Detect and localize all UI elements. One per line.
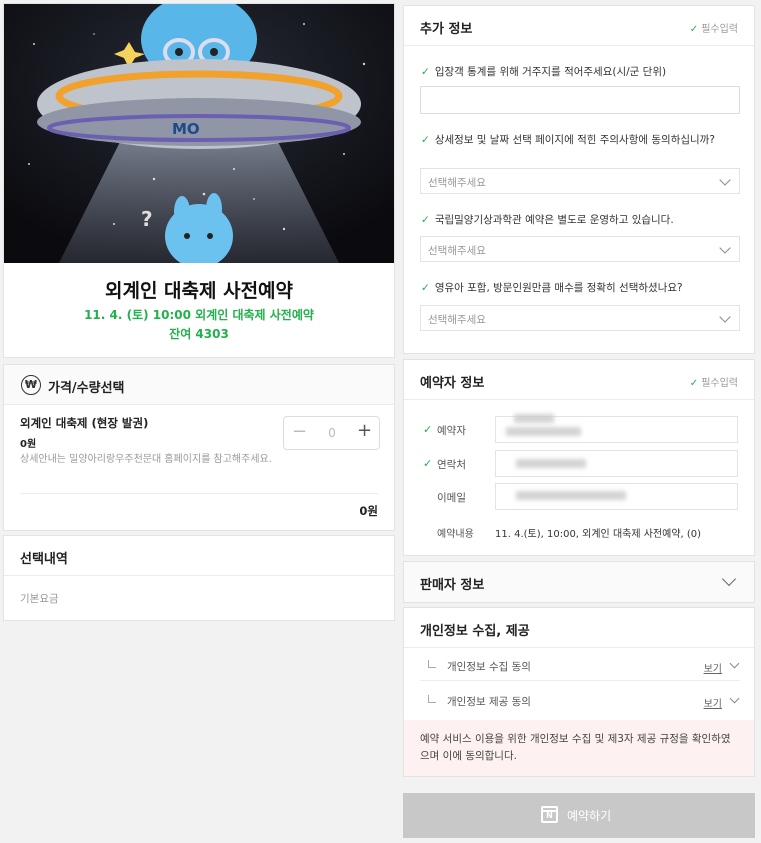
check-icon: ✓ — [421, 214, 430, 226]
question-label: 입장객 통계를 위해 거주지를 적어주세요(시/군 단위) — [434, 66, 667, 78]
booker-email-field[interactable] — [495, 483, 738, 510]
seller-info-toggle[interactable]: 판매자 정보 — [403, 561, 755, 603]
naver-calendar-icon: N — [541, 806, 558, 823]
select-placeholder: 선택해주세요 — [428, 177, 486, 189]
event-poster-image: MO ? — [4, 4, 394, 263]
redacted-value — [506, 427, 581, 436]
booker-email-label: 이메일 — [437, 492, 466, 504]
booker-info-section: 예약자 정보 ✓ 필수입력 ✓ 예약자 ✓ 연락처 이메일 예약내용 11. 4.… — [403, 359, 755, 556]
residence-input[interactable] — [420, 86, 740, 114]
privacy-provide-label: 개인정보 제공 동의 — [447, 696, 531, 708]
event-schedule: 11. 4. (토) 10:00 외계인 대축제 사전예약 — [84, 308, 314, 322]
check-icon: ✓ — [689, 378, 699, 389]
agree-notice-select[interactable]: 선택해주세요 — [420, 168, 740, 194]
privacy-provide-row: 개인정보 제공 동의 보기 — [404, 685, 754, 719]
extra-info-title: 추가 정보 — [420, 22, 473, 37]
remaining-seats: 잔여 4303 — [169, 327, 229, 341]
required-indicator: ✓ 필수입력 — [690, 374, 738, 389]
increase-quantity-button[interactable]: + — [357, 420, 372, 441]
privacy-title: 개인정보 수집, 제공 — [420, 624, 530, 639]
price-total: 0원 — [359, 504, 378, 518]
seller-title: 판매자 정보 — [420, 578, 485, 593]
booker-header: 예약자 정보 ✓ 필수입력 — [404, 360, 754, 400]
won-icon: ₩ — [21, 375, 41, 395]
chevron-down-icon — [719, 174, 731, 186]
check-icon: ✓ — [421, 134, 430, 146]
question-label: 상세정보 및 날짜 선택 페이지에 적힌 주의사항에 동의하십니까? — [434, 134, 715, 146]
ticket-note: 상세안내는 밀양아리랑우주천문대 홈페이지를 참고해주세요. — [20, 454, 272, 465]
question-residence: ✓ 입장객 통계를 위해 거주지를 적어주세요(시/군 단위) — [421, 66, 741, 79]
price-section-header: ₩ 가격/수량선택 — [4, 365, 394, 405]
chevron-down-icon[interactable] — [729, 693, 740, 704]
event-hero: MO ? 외계인 대축제 사전예약 11. 4. (토) 10:00 외계인 대… — [3, 3, 395, 358]
ticket-count-select[interactable]: 선택해주세요 — [420, 305, 740, 331]
select-placeholder: 선택해주세요 — [428, 314, 486, 326]
booking-content-label: 예약내용 — [437, 529, 474, 540]
redacted-value — [516, 459, 586, 468]
decrease-quantity-button[interactable]: − — [292, 421, 307, 442]
divider — [420, 680, 740, 681]
ticket-price: 0원 — [20, 439, 37, 450]
selection-header: 선택내역 — [4, 536, 394, 576]
event-title: 외계인 대축제 사전예약 — [104, 280, 294, 302]
privacy-collect-label: 개인정보 수집 동의 — [447, 661, 531, 673]
required-label: 필수입력 — [701, 378, 738, 389]
question-separate-booking: ✓ 국립밀양기상과학관 예약은 별도로 운영하고 있습니다. — [421, 214, 741, 227]
check-icon: ✓ — [421, 66, 430, 78]
question-label: 국립밀양기상과학관 예약은 별도로 운영하고 있습니다. — [434, 214, 674, 226]
chevron-down-icon — [719, 311, 731, 323]
quantity-value[interactable]: 0 — [316, 426, 348, 440]
reserve-button-label: 예약하기 — [567, 809, 612, 823]
extra-info-header: 추가 정보 ✓ 필수입력 — [404, 6, 754, 46]
privacy-collect-view-link[interactable]: 보기 — [704, 660, 722, 675]
svg-text:?: ? — [141, 207, 153, 231]
privacy-agreement-box: 예약 서비스 이용을 위한 개인정보 수집 및 제3자 제공 규정을 확인하였으… — [404, 720, 754, 776]
chevron-down-icon[interactable] — [729, 658, 740, 669]
check-icon: ✓ — [423, 457, 433, 470]
question-label: 영유아 포함, 방문인원만큼 매수를 정확히 선택하셨나요? — [434, 282, 683, 294]
booker-phone-field[interactable] — [495, 450, 738, 477]
quantity-stepper: − 0 + — [283, 416, 380, 450]
booker-name-field[interactable] — [495, 414, 738, 443]
seller-header: 판매자 정보 — [404, 562, 754, 602]
privacy-provide-view-link[interactable]: 보기 — [704, 695, 722, 710]
chevron-down-icon — [719, 242, 731, 254]
ticket-name: 외계인 대축제 (현장 발권) — [20, 416, 149, 430]
select-placeholder: 선택해주세요 — [428, 245, 486, 257]
required-label: 필수입력 — [701, 24, 738, 35]
redacted-value — [514, 414, 554, 423]
divider — [20, 493, 378, 494]
required-indicator: ✓ 필수입력 — [690, 20, 738, 35]
check-icon: ✓ — [421, 282, 430, 294]
svg-text:MO: MO — [172, 120, 200, 138]
check-icon: ✓ — [423, 423, 433, 436]
price-quantity-section: ₩ 가격/수량선택 외계인 대축제 (현장 발권) 0원 상세안내는 밀양아리랑… — [3, 364, 395, 531]
booking-content-value: 11. 4.(토), 10:00, 외계인 대축제 사전예약, (0) — [495, 529, 702, 540]
privacy-header: 개인정보 수집, 제공 — [404, 608, 754, 648]
booker-name-label: 예약자 — [437, 425, 466, 437]
question-agree-notice: ✓ 상세정보 및 날짜 선택 페이지에 적힌 주의사항에 동의하십니까? — [421, 134, 741, 147]
price-section-title: 가격/수량선택 — [48, 381, 125, 396]
booker-title: 예약자 정보 — [420, 376, 485, 391]
extra-info-section: 추가 정보 ✓ 필수입력 ✓ 입장객 통계를 위해 거주지를 적어주세요(시/군 단… — [403, 5, 755, 354]
selection-section: 선택내역 기본요금 — [3, 535, 395, 621]
check-icon: ✓ — [689, 24, 699, 35]
booker-phone-label: 연락처 — [437, 459, 466, 471]
redacted-value — [516, 491, 626, 500]
privacy-collect-row: 개인정보 수집 동의 보기 — [404, 650, 754, 684]
reserve-button[interactable]: N 예약하기 — [403, 793, 755, 838]
calendar-icon-letter: N — [546, 811, 553, 820]
indent-corner-icon — [428, 660, 436, 668]
question-ticket-count: ✓ 영유아 포함, 방문인원만큼 매수를 정확히 선택하셨나요? — [421, 282, 741, 295]
privacy-agreement-text: 예약 서비스 이용을 위한 개인정보 수집 및 제3자 제공 규정을 확인하였으… — [420, 733, 731, 762]
base-fee-label: 기본요금 — [20, 593, 59, 605]
selection-title: 선택내역 — [20, 552, 68, 567]
separate-booking-select[interactable]: 선택해주세요 — [420, 236, 740, 262]
privacy-section: 개인정보 수집, 제공 개인정보 수집 동의 보기 개인정보 제공 동의 보기 … — [403, 607, 755, 777]
indent-corner-icon — [428, 695, 436, 703]
